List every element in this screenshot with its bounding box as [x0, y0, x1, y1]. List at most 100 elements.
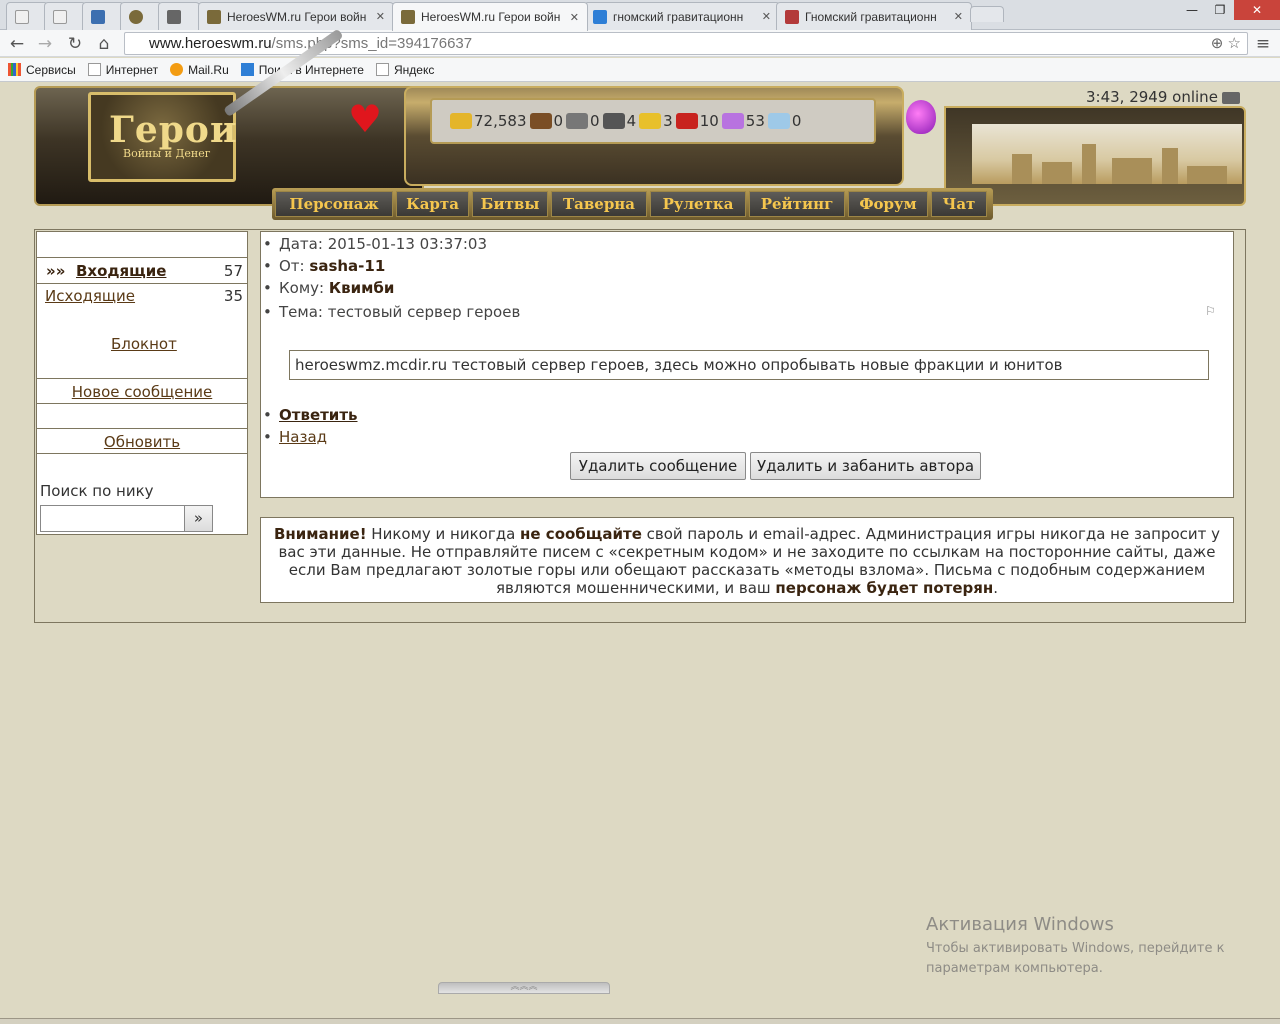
browser-tab-active[interactable]: HeroesWM.ru Герои войн ✕	[392, 2, 588, 31]
warning-heading: Внимание!	[273, 525, 367, 543]
resource-crystals: 10	[675, 112, 719, 130]
close-window-icon[interactable]: ✕	[1234, 0, 1280, 20]
notepad-link[interactable]: Блокнот	[111, 335, 177, 353]
shield-icon	[129, 9, 143, 24]
chat-panel-handle[interactable]: ︽︽︽	[438, 982, 610, 994]
radio-icon[interactable]	[1221, 91, 1240, 104]
back-arrow-icon[interactable]: ←	[6, 33, 28, 55]
close-icon[interactable]: ✕	[570, 11, 579, 24]
recipient-name[interactable]: Квимби	[329, 279, 395, 297]
message-panel: • Дата: 2015-01-13 03:37:03 • От: sasha-11…	[260, 231, 1234, 498]
resource-value: 0	[791, 112, 802, 130]
forward-arrow-icon[interactable]: →	[34, 33, 56, 55]
resource-value: 0	[590, 112, 600, 130]
menu-rating[interactable]: Рейтинг	[749, 191, 845, 217]
delete-message-button[interactable]: Удалить сообщение	[570, 452, 746, 480]
sender-name[interactable]: sasha-11	[309, 257, 385, 275]
browser-tab[interactable]	[6, 2, 48, 30]
outbox-link[interactable]: Исходящие	[45, 287, 135, 305]
gems-icon	[721, 113, 744, 129]
url-host: www.heroeswm.ru	[149, 35, 272, 52]
menu-character[interactable]: Персонаж	[275, 191, 393, 217]
game-logo[interactable]: Герои Войны и Денег	[88, 92, 238, 182]
menu-icon[interactable]: ≡	[1252, 33, 1274, 55]
resource-gems: 53	[721, 112, 765, 130]
bookmark-star-icon[interactable]: ☆	[1228, 35, 1241, 52]
castle-city-image	[972, 124, 1242, 184]
warning-text: .	[993, 579, 999, 597]
menu-tavern[interactable]: Таверна	[551, 191, 647, 217]
crystals-icon	[675, 113, 698, 129]
delete-ban-author-button[interactable]: Удалить и забанить автора	[750, 452, 981, 480]
site-favicon-icon	[207, 9, 221, 24]
bookmark-yandex[interactable]: Яндекс	[375, 63, 434, 77]
resource-value: 0	[553, 112, 564, 130]
search-label: Поиск по нику	[40, 482, 154, 500]
resource-ore: 0	[566, 112, 600, 130]
close-icon[interactable]: ✕	[954, 10, 963, 23]
resource-sulfur: 3	[639, 112, 673, 130]
potion-icon[interactable]	[906, 100, 936, 134]
message-body: heroeswmz.mcdir.ru тестовый сервер герое…	[289, 350, 1209, 380]
back-link[interactable]: Назад	[279, 428, 327, 446]
bookmark-services[interactable]: Сервисы	[8, 63, 76, 77]
new-tab-button[interactable]	[970, 6, 1004, 22]
resource-bar: 72,583 0 0 4 3 10 53 0	[430, 98, 876, 144]
menu-map[interactable]: Карта	[396, 191, 469, 217]
current-arrows: »»	[46, 262, 66, 280]
page-icon	[87, 63, 101, 76]
minimize-icon[interactable]: —	[1178, 0, 1206, 20]
game-main-menu: Персонаж Карта Битвы Таверна Рулетка Рей…	[272, 188, 993, 220]
resource-gold: 72,583	[450, 112, 527, 130]
reload-icon[interactable]: ↻	[64, 33, 86, 55]
bookmarks-bar: Сервисы Интернет Mail.Ru Поиск в Интерне…	[0, 58, 1280, 82]
tab-title: Гномский гравитационн	[805, 9, 937, 24]
resource-diamonds: 0	[767, 112, 802, 130]
logo-title: Герои	[109, 109, 238, 151]
resource-panel: 72,583 0 0 4 3 10 53 0	[404, 86, 904, 186]
browser-tab[interactable]: гномский гравитационн ✕	[584, 2, 780, 30]
refresh-link[interactable]: Обновить	[104, 433, 180, 451]
from-label: От:	[279, 257, 305, 275]
mercury-icon	[602, 113, 625, 129]
message-subject: • Тема: тестовый сервер героев	[263, 303, 521, 321]
browser-tab[interactable]	[44, 2, 86, 30]
close-icon[interactable]: ✕	[376, 10, 385, 23]
windows-activation-watermark: Активация Windows Чтобы активировать Win…	[926, 914, 1246, 979]
page-icon	[375, 63, 389, 76]
message-from: • От: sasha-11	[263, 257, 386, 275]
new-message-link[interactable]: Новое сообщение	[72, 383, 212, 401]
zoom-icon[interactable]: ⊕	[1211, 35, 1224, 52]
browser-tab[interactable]	[120, 2, 162, 30]
report-flag-icon[interactable]: ⚐	[1205, 304, 1216, 318]
menu-forum[interactable]: Форум	[848, 191, 928, 217]
browser-tab[interactable]	[82, 2, 124, 30]
home-icon[interactable]: ⌂	[93, 33, 115, 55]
bookmark-label: Интернет	[105, 62, 159, 77]
helmet-icon	[167, 9, 181, 24]
search-submit-button[interactable]: »	[184, 505, 213, 532]
outbox-count: 35	[223, 287, 243, 305]
inbox-link[interactable]: Входящие	[76, 262, 166, 280]
close-icon[interactable]: ✕	[762, 10, 771, 23]
url-input[interactable]: www.heroeswm.ru/sms.php?sms_id=394176637…	[124, 32, 1248, 55]
browser-tab[interactable]: Гномский гравитационн ✕	[776, 2, 972, 30]
reply-link[interactable]: Ответить	[279, 406, 358, 424]
bookmark-mailru[interactable]: Mail.Ru	[170, 63, 229, 77]
nick-search-input[interactable]	[40, 505, 185, 532]
warning-emphasis: не сообщайте	[520, 525, 642, 543]
page-icon	[53, 9, 67, 24]
menu-roulette[interactable]: Рулетка	[650, 191, 746, 217]
browser-tab[interactable]	[158, 2, 200, 30]
browser-tab[interactable]: HeroesWM.ru Герои войн ✕	[198, 2, 394, 30]
bookmark-internet[interactable]: Интернет	[87, 62, 159, 77]
bookmark-label: Mail.Ru	[188, 62, 229, 77]
menu-chat[interactable]: Чат	[931, 191, 987, 217]
sulfur-icon	[639, 113, 662, 129]
message-to: • Кому: Квимби	[263, 279, 395, 297]
menu-battles[interactable]: Битвы	[472, 191, 548, 217]
logo-subtitle: Войны и Денег	[123, 147, 211, 160]
subject-value: тестовый сервер героев	[327, 303, 521, 321]
heart-icon[interactable]: ♥	[348, 100, 382, 138]
maximize-icon[interactable]: ❐	[1206, 0, 1234, 20]
